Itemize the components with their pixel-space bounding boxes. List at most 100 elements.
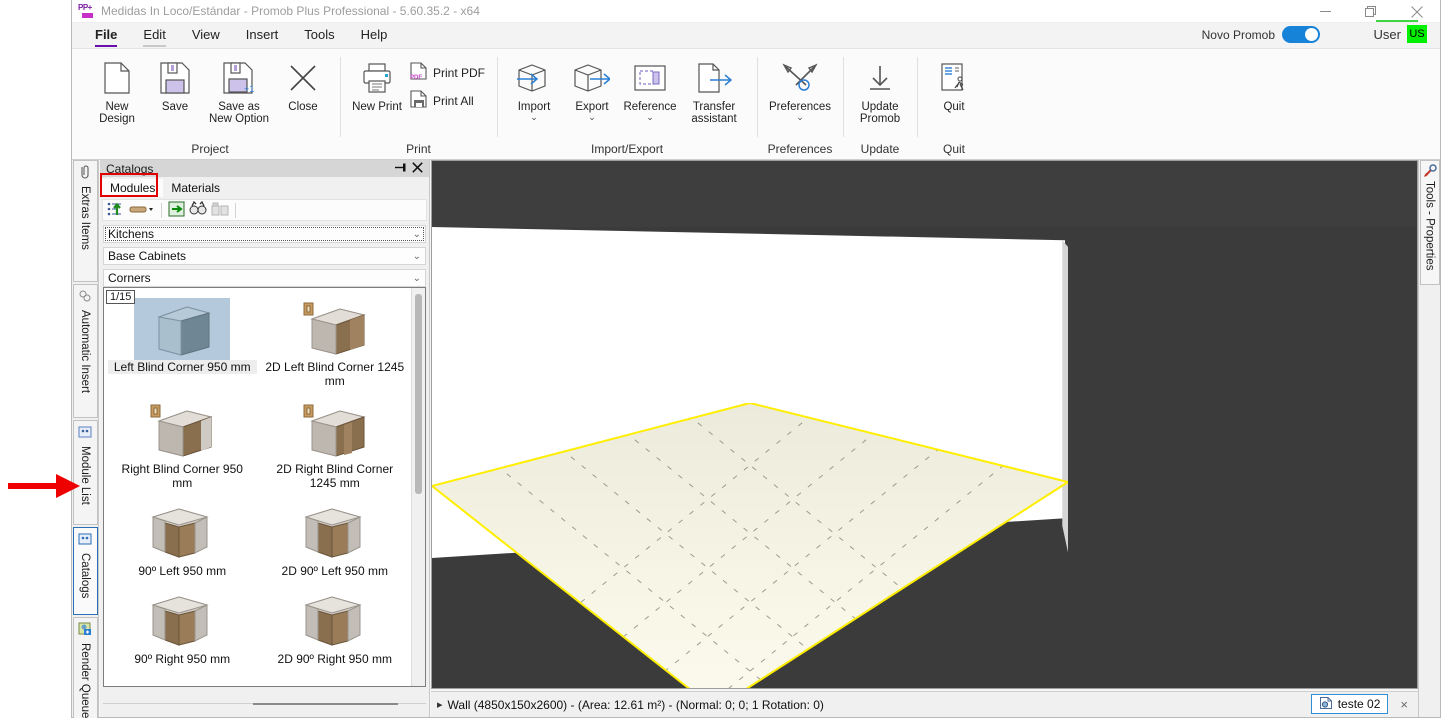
import-button[interactable]: Import ⌄ <box>505 55 563 122</box>
menu-item-tools[interactable]: Tools <box>291 24 347 48</box>
ribbon-group-name-quit: Quit <box>943 142 966 156</box>
new-design-label: New Design <box>99 101 135 125</box>
ribbon-group-print: New Print PDF Print PDF Print All Print <box>340 49 497 159</box>
list-item[interactable]: 2D Left Blind Corner 1245 mm <box>259 292 412 394</box>
title-bar: PP+ Medidas In Loco/Estándar - Promob Pl… <box>72 0 1440 23</box>
render-queue-icon <box>78 622 92 639</box>
tools-wrench-icon <box>782 57 818 99</box>
ribbon-group-preferences: Preferences ⌄ Preferences <box>757 49 843 159</box>
preferences-button[interactable]: Preferences ⌄ <box>765 55 835 122</box>
chevron-down-icon: ⌄ <box>412 228 421 240</box>
minimize-icon[interactable] <box>1302 0 1348 23</box>
dropdown-group[interactable]: Corners ⌄ <box>103 269 426 287</box>
chevron-down-icon[interactable]: ⌄ <box>646 113 654 122</box>
dropdown-category-value: Kitchens <box>108 227 155 241</box>
cabinet-2d-blind-left-thumb <box>287 298 383 360</box>
document-icon <box>1319 696 1333 713</box>
catalogs-panel: Catalogs Modules Materials Kitchens ⌄ Ba… <box>100 160 430 717</box>
novo-promob-toggle[interactable] <box>1282 26 1320 43</box>
dropdown-subcategory[interactable]: Base Cabinets ⌄ <box>103 247 426 265</box>
sidebar-item-automatic-insert[interactable]: Automatic Insert <box>72 284 98 418</box>
print-pdf-button[interactable]: PDF Print PDF <box>406 59 489 87</box>
tab-materials[interactable]: Materials <box>163 179 229 197</box>
menu-item-edit[interactable]: Edit <box>130 24 178 48</box>
save-as-new-option-button[interactable]: +1 Save as New Option <box>204 55 274 125</box>
printer-icon <box>362 57 392 99</box>
module-grid: Left Blind Corner 950 mm 2D Left Blind C… <box>104 288 411 686</box>
sidebar-item-render-queue[interactable]: Render Queue - Real Scene 2.0 <box>72 617 98 718</box>
transfer-assistant-button[interactable]: Transfer assistant <box>679 55 749 125</box>
module-grid-scrollbar[interactable] <box>411 288 425 686</box>
print-small-buttons: PDF Print PDF Print All <box>406 55 489 115</box>
list-item[interactable]: 2D Right Blind Corner 1245 mm <box>259 394 412 496</box>
cabinet-2d-blind-right-thumb <box>287 400 383 462</box>
chevron-down-icon[interactable]: ⌄ <box>796 113 804 122</box>
catalogs-panel-title: Catalogs <box>106 161 154 176</box>
new-print-button[interactable]: New Print <box>348 55 406 113</box>
ribbon-toolbar: New Design Save +1 Save as New Option Cl… <box>72 49 1440 160</box>
import-cube-icon <box>516 57 552 99</box>
reference-icon <box>633 57 667 99</box>
module-list-icon <box>78 425 92 442</box>
locale-badge[interactable]: US <box>1407 25 1427 43</box>
save-button[interactable]: Save <box>146 55 204 113</box>
viewport-3d[interactable] <box>431 160 1418 689</box>
ribbon-group-project: New Design Save +1 Save as New Option Cl… <box>80 49 340 159</box>
sidebar-item-catalogs[interactable]: Catalogs <box>72 527 98 615</box>
chevron-down-icon: ⌄ <box>412 272 421 284</box>
quit-button[interactable]: Quit <box>925 55 983 113</box>
reference-button[interactable]: Reference ⌄ <box>621 55 679 122</box>
save-as-new-option-label: Save as New Option <box>208 101 270 125</box>
sidebar-item-extras-items[interactable]: Extras Items <box>72 160 98 282</box>
document-tab-teste-02[interactable]: teste 02 <box>1310 694 1389 714</box>
save-label: Save <box>161 101 189 113</box>
dropdown-subcategory-value: Base Cabinets <box>108 249 187 263</box>
automatic-insert-icon <box>78 289 92 306</box>
tab-modules[interactable]: Modules <box>102 179 164 197</box>
menu-item-view[interactable]: View <box>179 24 233 48</box>
go-to-icon[interactable] <box>168 201 185 220</box>
sidebar-item-tools-properties[interactable]: Tools - Properties <box>1419 160 1440 285</box>
insert-module-icon[interactable] <box>107 201 125 220</box>
app-logo-bar <box>82 13 93 18</box>
scrollbar-thumb[interactable] <box>415 294 422 494</box>
new-design-button[interactable]: New Design <box>88 55 146 125</box>
list-item[interactable]: Right Blind Corner 950 mm <box>106 394 259 496</box>
menu-item-file[interactable]: File <box>82 24 130 48</box>
download-arrow-icon <box>865 57 895 99</box>
tools-properties-icon <box>1423 164 1437 181</box>
find-icon[interactable] <box>189 200 207 219</box>
print-all-label: Print All <box>433 94 474 108</box>
ribbon-group-quit: Quit Quit <box>917 49 991 159</box>
list-item[interactable]: 90º Right 950 mm <box>106 584 259 672</box>
list-item[interactable]: 90º Left 950 mm <box>106 496 259 584</box>
scrollbar-thumb[interactable] <box>253 703 398 705</box>
panel-horizontal-scrollbar[interactable] <box>103 697 426 711</box>
list-item[interactable]: 2D 90º Right 950 mm <box>259 584 412 672</box>
close-design-button[interactable]: Close <box>274 55 332 113</box>
sidebar-label-tools-properties: Tools - Properties <box>1423 181 1436 271</box>
dropdown-category[interactable]: Kitchens ⌄ <box>103 225 426 243</box>
user-area[interactable]: User US <box>1374 25 1427 43</box>
main-window: PP+ Medidas In Loco/Estándar - Promob Pl… <box>71 0 1441 718</box>
catalogs-tabs: Modules Materials <box>100 173 429 197</box>
document-tab-close-icon[interactable]: × <box>1396 697 1412 712</box>
export-button[interactable]: Export ⌄ <box>563 55 621 122</box>
right-tab-strip: Tools - Properties <box>1418 160 1440 717</box>
chevron-down-icon[interactable]: ⌄ <box>530 113 538 122</box>
menu-item-help[interactable]: Help <box>348 24 401 48</box>
list-item[interactable]: 2D 90º Left 950 mm <box>259 496 412 584</box>
update-promob-button[interactable]: Update Promob <box>851 55 909 125</box>
quit-label: Quit <box>943 101 965 113</box>
ribbon-group-import-export: Import ⌄ Export ⌄ Reference ⌄ Transfer a… <box>497 49 757 159</box>
list-item[interactable]: Left Blind Corner 950 mm <box>106 292 259 394</box>
chevron-down-icon[interactable]: ⌄ <box>588 113 596 122</box>
workspace: Extras Items Automatic Insert Module Lis… <box>72 160 1440 718</box>
print-all-button[interactable]: Print All <box>406 87 489 115</box>
menu-item-insert[interactable]: Insert <box>233 24 292 48</box>
list-item-label: 2D Left Blind Corner 1245 mm <box>265 360 405 388</box>
close-icon[interactable] <box>409 162 425 175</box>
line-style-dropdown-icon[interactable] <box>129 202 155 219</box>
cabinet-corner-right-thumb <box>134 590 230 652</box>
pin-icon[interactable] <box>393 162 409 175</box>
